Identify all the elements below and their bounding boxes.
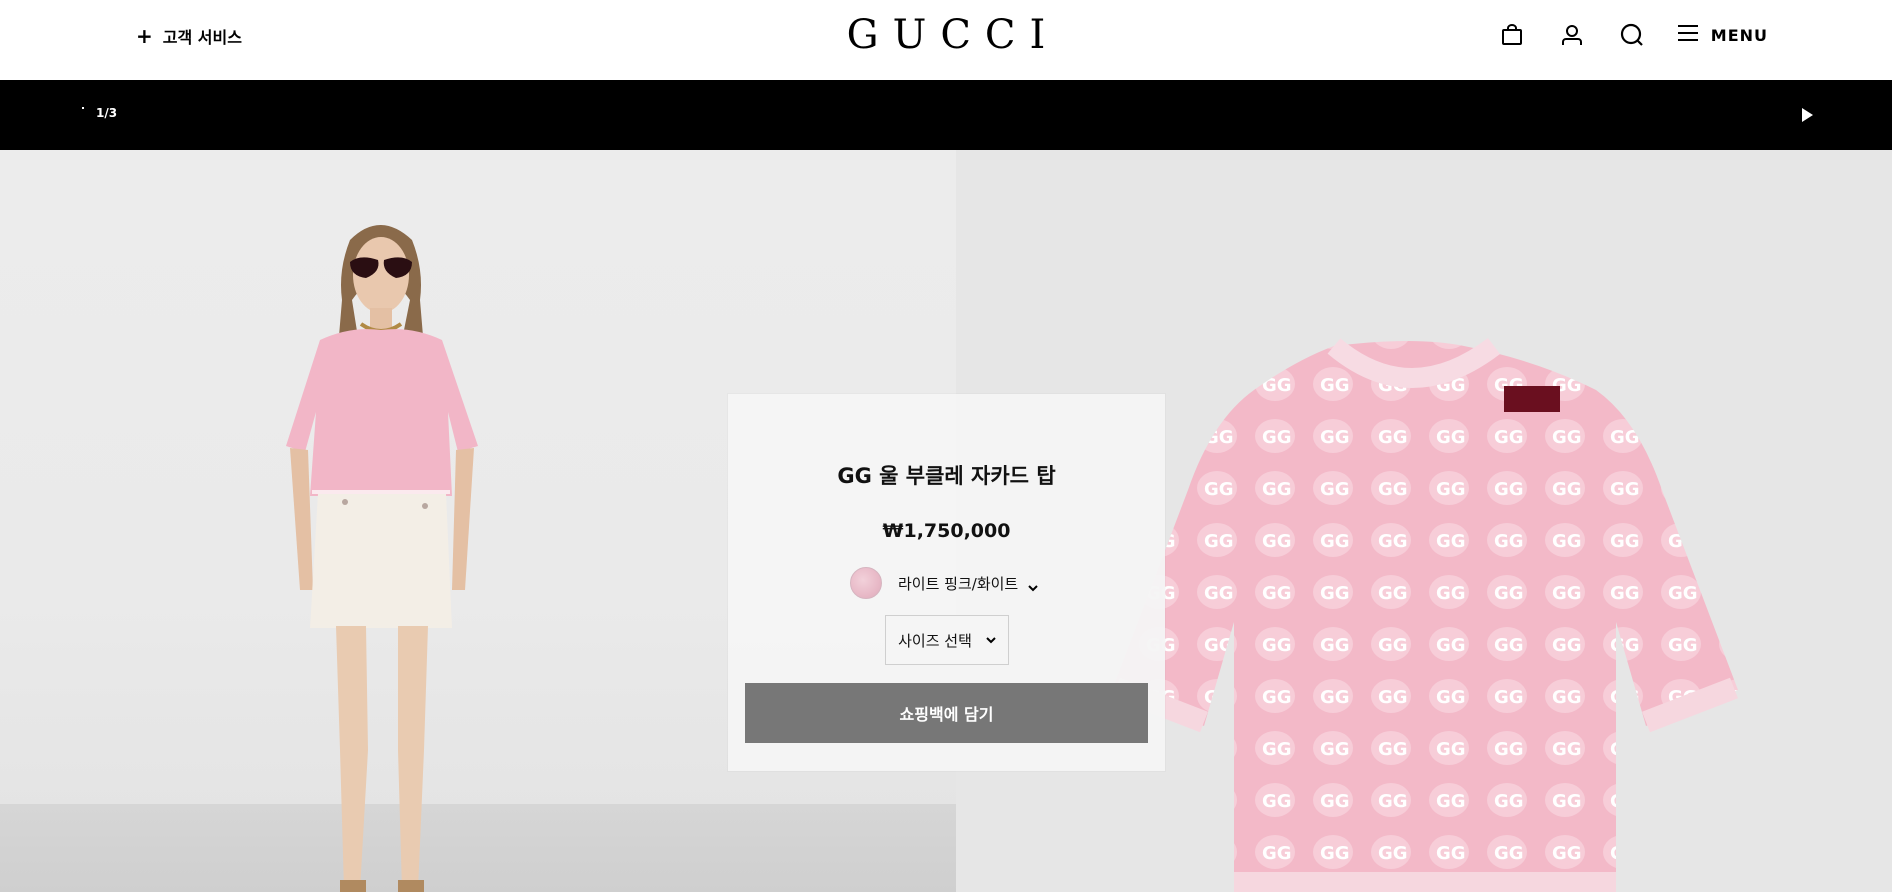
color-selector[interactable]: 라이트 핑크/화이트 xyxy=(850,566,1038,600)
menu-label: MENU xyxy=(1710,25,1768,45)
play-icon[interactable] xyxy=(1798,106,1816,124)
customer-service-label: 고객 서비스 xyxy=(162,28,242,47)
menu-button[interactable]: MENU xyxy=(1677,24,1768,46)
size-select-label: 사이즈 선택 xyxy=(898,631,972,650)
color-swatch xyxy=(850,567,882,599)
shopping-bag-icon[interactable] xyxy=(1497,20,1527,50)
product-info-card: GG 울 부클레 자카드 탑 ₩1,750,000 라이트 핑크/화이트 사이즈… xyxy=(728,394,1165,771)
image-carousel-bar: 1/3 xyxy=(0,80,1892,150)
hamburger-menu-icon xyxy=(1677,24,1699,46)
add-to-bag-button[interactable]: 쇼핑백에 담기 xyxy=(745,683,1148,743)
product-price: ₩1,750,000 xyxy=(882,520,1011,542)
product-title: GG 울 부클레 자카드 탑 xyxy=(837,464,1056,488)
size-select[interactable]: 사이즈 선택 xyxy=(885,615,1009,665)
slide-counter: 1/3 xyxy=(96,106,118,120)
chevron-down-icon xyxy=(986,631,996,649)
plus-icon: + xyxy=(136,24,153,48)
header-actions: MENU xyxy=(1467,20,1768,50)
chevron-down-icon xyxy=(1028,578,1038,592)
site-header: + 고객 서비스 GUCCI MENU xyxy=(0,0,1892,80)
search-icon[interactable] xyxy=(1617,20,1647,50)
color-label: 라이트 핑크/화이트 xyxy=(898,574,1019,593)
account-icon[interactable] xyxy=(1557,20,1587,50)
progress-dot xyxy=(82,107,84,109)
customer-service-link[interactable]: + 고객 서비스 xyxy=(136,24,242,48)
